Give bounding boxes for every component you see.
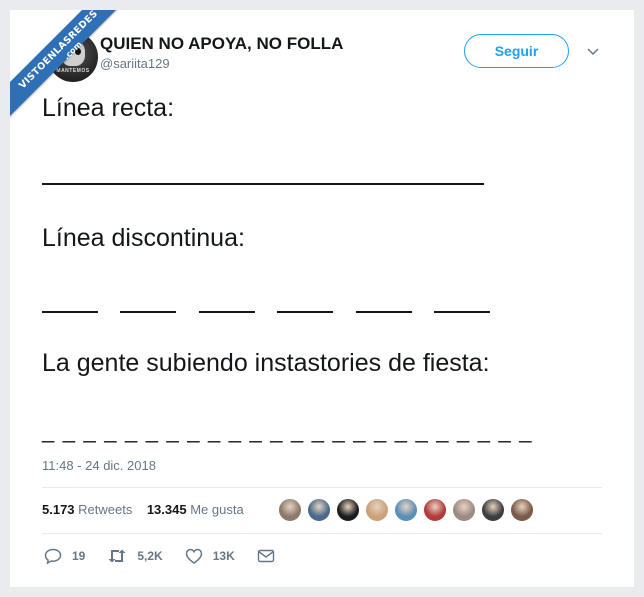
liker-avatar[interactable] — [278, 498, 302, 522]
liker-avatar[interactable] — [510, 498, 534, 522]
liker-avatar[interactable] — [423, 498, 447, 522]
straight-line — [42, 183, 484, 185]
dash-segment — [356, 311, 412, 313]
liker-avatar[interactable] — [365, 498, 389, 522]
envelope-icon — [257, 549, 274, 563]
display-name[interactable]: QUIEN NO APOYA, NO FOLLA — [100, 34, 343, 54]
tweet-line-1: Línea recta: — [42, 94, 175, 122]
liker-avatar[interactable] — [481, 498, 505, 522]
tweet-timestamp[interactable]: 11:48 - 24 dic. 2018 — [42, 458, 156, 473]
divider — [42, 533, 602, 534]
retweet-count-action: 5,2K — [137, 549, 163, 563]
tweet-card: VISTOENLASREDES .com MANTEMOS QUIEN NO A… — [10, 10, 634, 587]
like-count[interactable]: 13.345 Me gusta — [147, 502, 244, 517]
liker-avatar[interactable] — [452, 498, 476, 522]
heart-icon — [185, 548, 202, 564]
liker-avatar[interactable] — [307, 498, 331, 522]
dash-segment — [120, 311, 176, 313]
chevron-down-icon[interactable] — [586, 44, 600, 58]
liker-avatar[interactable] — [394, 498, 418, 522]
retweet-icon — [108, 549, 126, 563]
tweet-line-2: Línea discontinua: — [42, 224, 245, 252]
liker-avatars — [278, 498, 539, 524]
tweet-stats: 5.173 Retweets 13.345 Me gusta — [42, 502, 244, 517]
like-count-action: 13K — [212, 549, 235, 563]
follow-button[interactable]: Seguir — [464, 34, 569, 68]
retweet-button[interactable]: 5,2K — [107, 548, 163, 564]
dash-segment — [199, 311, 255, 313]
dash-segment — [42, 311, 98, 313]
reply-button[interactable]: 19 — [44, 548, 85, 564]
reply-count: 19 — [72, 549, 86, 563]
divider — [42, 487, 602, 488]
like-button[interactable]: 13K — [185, 548, 235, 564]
dash-segment — [434, 311, 490, 313]
direct-message-button[interactable] — [257, 549, 285, 563]
tweet-actions: 19 5,2K 13K — [44, 548, 307, 564]
retweet-count[interactable]: 5.173 Retweets — [42, 502, 132, 517]
reply-icon — [44, 548, 62, 564]
dash-segment — [277, 311, 333, 313]
tweet-line-3: La gente subiendo instastories de fiesta… — [42, 349, 490, 377]
dotted-dashes: _ _ _ _ _ _ _ _ _ _ _ _ _ _ _ _ _ _ _ _ … — [42, 418, 533, 443]
liker-avatar[interactable] — [336, 498, 360, 522]
user-handle[interactable]: @sariita129 — [100, 56, 170, 71]
